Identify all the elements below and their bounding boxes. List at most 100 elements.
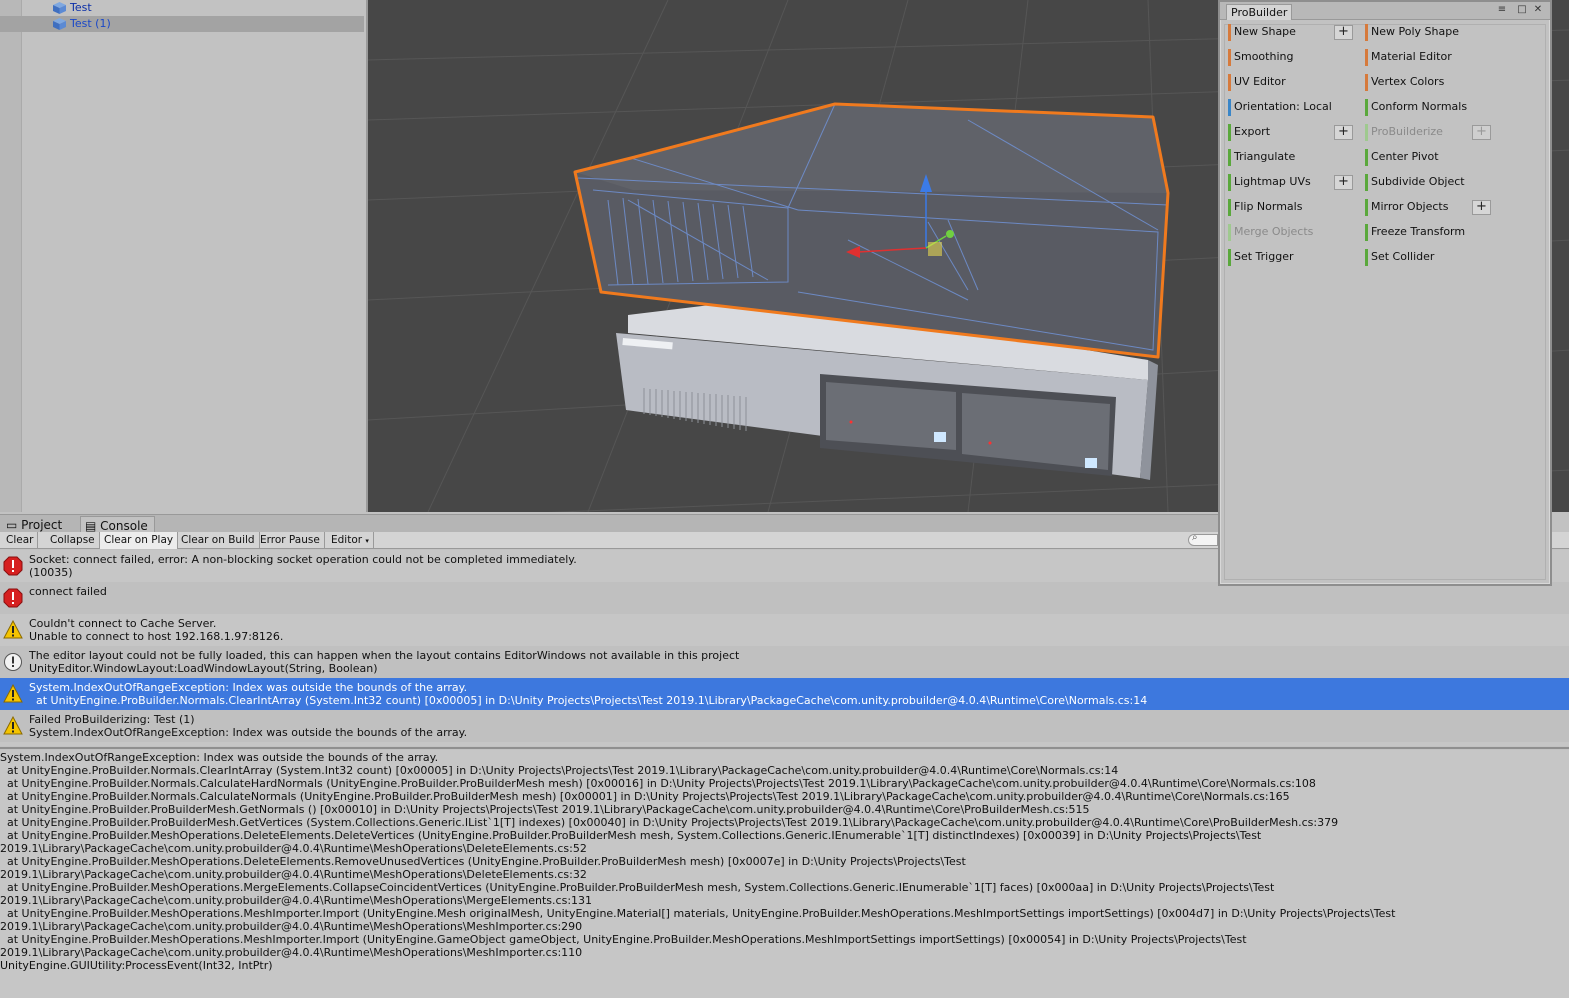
log-message: Socket: connect failed, error: A non-blo… bbox=[29, 553, 577, 566]
probuilder-action-label: Triangulate bbox=[1234, 150, 1296, 163]
category-color-bar bbox=[1365, 249, 1368, 266]
probuilder-action-label: Conform Normals bbox=[1371, 100, 1468, 113]
category-color-bar bbox=[1365, 74, 1368, 91]
console-splitter[interactable] bbox=[0, 747, 1569, 749]
log-message: System.IndexOutOfRangeException: Index w… bbox=[29, 681, 468, 694]
category-color-bar bbox=[1365, 224, 1368, 241]
probuilder-action-label: ProBuilderize bbox=[1371, 125, 1443, 138]
probuilder-action-label: Lightmap UVs bbox=[1234, 175, 1311, 188]
log-message: Failed ProBuilderizing: Test (1) bbox=[29, 713, 195, 726]
probuilder-action-button[interactable]: Conform Normals bbox=[1365, 98, 1493, 117]
console-log-entry[interactable]: connect failed bbox=[0, 582, 1569, 614]
stacktrace-line: at UnityEngine.ProBuilder.MeshOperations… bbox=[0, 855, 966, 868]
log-message-detail: System.IndexOutOfRangeException: Index w… bbox=[29, 726, 468, 739]
stacktrace-line: at UnityEngine.ProBuilder.MeshOperations… bbox=[0, 881, 1275, 894]
stacktrace-line: 2019.1\Library\PackageCache\com.unity.pr… bbox=[0, 842, 587, 855]
category-color-bar bbox=[1365, 99, 1368, 116]
clear-button[interactable]: Clear bbox=[2, 532, 39, 549]
category-color-bar bbox=[1365, 49, 1368, 66]
console-log-entry[interactable]: System.IndexOutOfRangeException: Index w… bbox=[0, 678, 1569, 710]
probuilder-action-label: New Shape bbox=[1234, 25, 1296, 38]
close-icon[interactable]: ✕ bbox=[1532, 4, 1544, 16]
gameobject-cube-icon bbox=[53, 2, 66, 14]
info-icon bbox=[3, 652, 23, 672]
stacktrace-line: at UnityEngine.ProBuilder.Normals.ClearI… bbox=[0, 764, 1119, 777]
probuilder-action-button[interactable]: New Poly Shape bbox=[1365, 23, 1493, 42]
probuilder-action-label: Orientation: Local bbox=[1234, 100, 1332, 113]
stacktrace-line: at UnityEngine.ProBuilder.ProBuilderMesh… bbox=[0, 816, 1339, 829]
console-log-entry[interactable]: Failed ProBuilderizing: Test (1) System.I… bbox=[0, 710, 1569, 742]
probuilder-action-label: Merge Objects bbox=[1234, 225, 1314, 238]
hierarchy-item[interactable]: Test (1) bbox=[0, 16, 364, 32]
log-message: connect failed bbox=[29, 585, 107, 598]
probuilder-action-label: Set Collider bbox=[1371, 250, 1435, 263]
probuilder-action-button[interactable]: Flip Normals bbox=[1228, 198, 1356, 217]
stacktrace-line: 2019.1\Library\PackageCache\com.unity.pr… bbox=[0, 946, 583, 959]
category-color-bar bbox=[1228, 199, 1231, 216]
category-color-bar bbox=[1365, 174, 1368, 191]
probuilder-action-button[interactable]: UV Editor bbox=[1228, 73, 1356, 92]
error-pause-toggle[interactable]: Error Pause bbox=[256, 532, 325, 549]
probuilder-action-button[interactable]: Vertex Colors bbox=[1365, 73, 1493, 92]
console-log-entry[interactable]: The editor layout could not be fully loa… bbox=[0, 646, 1569, 678]
category-color-bar bbox=[1228, 249, 1231, 266]
stacktrace-line: at UnityEngine.ProBuilder.MeshOperations… bbox=[0, 829, 1262, 842]
probuilder-action-button[interactable]: Subdivide Object bbox=[1365, 173, 1493, 192]
tab-project-label: Project bbox=[21, 518, 63, 532]
console-stacktrace: System.IndexOutOfRangeException: Index w… bbox=[0, 750, 1569, 998]
hierarchy-item[interactable]: Test bbox=[0, 0, 364, 16]
probuilder-action-label: Export bbox=[1234, 125, 1271, 138]
options-plus-button[interactable]: + bbox=[1472, 125, 1491, 140]
stacktrace-line: at UnityEngine.ProBuilder.MeshOperations… bbox=[0, 933, 1247, 946]
probuilder-action-button[interactable]: Material Editor bbox=[1365, 48, 1493, 67]
options-plus-button[interactable]: + bbox=[1334, 25, 1353, 40]
probuilder-action-label: Set Trigger bbox=[1234, 250, 1294, 263]
probuilder-action-button[interactable]: Orientation: Local bbox=[1228, 98, 1356, 117]
maximize-icon[interactable]: □ bbox=[1516, 4, 1528, 16]
probuilder-action-button[interactable]: Triangulate bbox=[1228, 148, 1356, 167]
console-log-entry[interactable]: Couldn't connect to Cache Server. Unable … bbox=[0, 614, 1569, 646]
probuilder-action-button[interactable]: Set Trigger bbox=[1228, 248, 1356, 267]
probuilder-action-label: Material Editor bbox=[1371, 50, 1452, 63]
category-color-bar bbox=[1228, 174, 1231, 191]
menu-icon[interactable]: ≡ bbox=[1496, 4, 1508, 16]
stacktrace-line: 2019.1\Library\PackageCache\com.unity.pr… bbox=[0, 868, 587, 881]
clear-on-play-toggle[interactable]: Clear on Play bbox=[100, 532, 179, 549]
options-plus-button[interactable]: + bbox=[1334, 175, 1353, 190]
collapse-toggle[interactable]: Collapse bbox=[46, 532, 100, 549]
probuilder-title-bar[interactable]: ProBuilder ≡ □ ✕ bbox=[1220, 2, 1550, 20]
clear-on-build-toggle[interactable]: Clear on Build bbox=[177, 532, 260, 549]
stacktrace-line: at UnityEngine.ProBuilder.ProBuilderMesh… bbox=[0, 803, 1090, 816]
stacktrace-line: at UnityEngine.ProBuilder.Normals.Calcul… bbox=[0, 790, 1290, 803]
probuilder-action-button[interactable]: Center Pivot bbox=[1365, 148, 1493, 167]
hierarchy-panel: Test Test (1) bbox=[0, 0, 364, 512]
dropdown-arrow-icon: ▾ bbox=[365, 537, 369, 545]
probuilder-action-button[interactable]: Freeze Transform bbox=[1365, 223, 1493, 242]
options-plus-button[interactable]: + bbox=[1472, 200, 1491, 215]
stacktrace-line: 2019.1\Library\PackageCache\com.unity.pr… bbox=[0, 920, 583, 933]
category-color-bar bbox=[1228, 99, 1231, 116]
probuilder-action-button[interactable]: Merge Objects bbox=[1228, 223, 1356, 242]
log-message-detail: Unable to connect to host 192.168.1.97:8… bbox=[29, 630, 284, 643]
bottom-tab-bar: ▭ Project ▤ Console bbox=[0, 514, 1218, 533]
gameobject-cube-icon bbox=[53, 18, 66, 30]
probuilder-action-button[interactable]: Set Collider bbox=[1365, 248, 1493, 267]
probuilder-action-label: Subdivide Object bbox=[1371, 175, 1465, 188]
options-plus-button[interactable]: + bbox=[1334, 125, 1353, 140]
tab-console[interactable]: ▤ Console bbox=[80, 516, 155, 533]
probuilder-window: ProBuilder ≡ □ ✕ New Shape + Smoothing UV E… bbox=[1218, 0, 1552, 586]
console-search-input[interactable]: ⌕ bbox=[1188, 532, 1218, 546]
category-color-bar bbox=[1365, 199, 1368, 216]
editor-dropdown[interactable]: Editor ▾ bbox=[327, 532, 374, 549]
tab-project[interactable]: ▭ Project bbox=[2, 516, 68, 533]
category-color-bar bbox=[1228, 224, 1231, 241]
stacktrace-line: 2019.1\Library\PackageCache\com.unity.pr… bbox=[0, 894, 593, 907]
category-color-bar bbox=[1228, 124, 1231, 141]
editor-dropdown-label: Editor bbox=[331, 534, 363, 546]
hierarchy-item-label: Test (1) bbox=[70, 17, 111, 30]
unity-editor-window: Test Test (1) ▭ Project ▤ Console Clear … bbox=[0, 0, 1569, 998]
folder-icon: ▭ bbox=[6, 518, 18, 532]
search-icon: ⌕ bbox=[1192, 532, 1198, 543]
probuilder-action-label: Center Pivot bbox=[1371, 150, 1439, 163]
probuilder-action-button[interactable]: Smoothing bbox=[1228, 48, 1356, 67]
